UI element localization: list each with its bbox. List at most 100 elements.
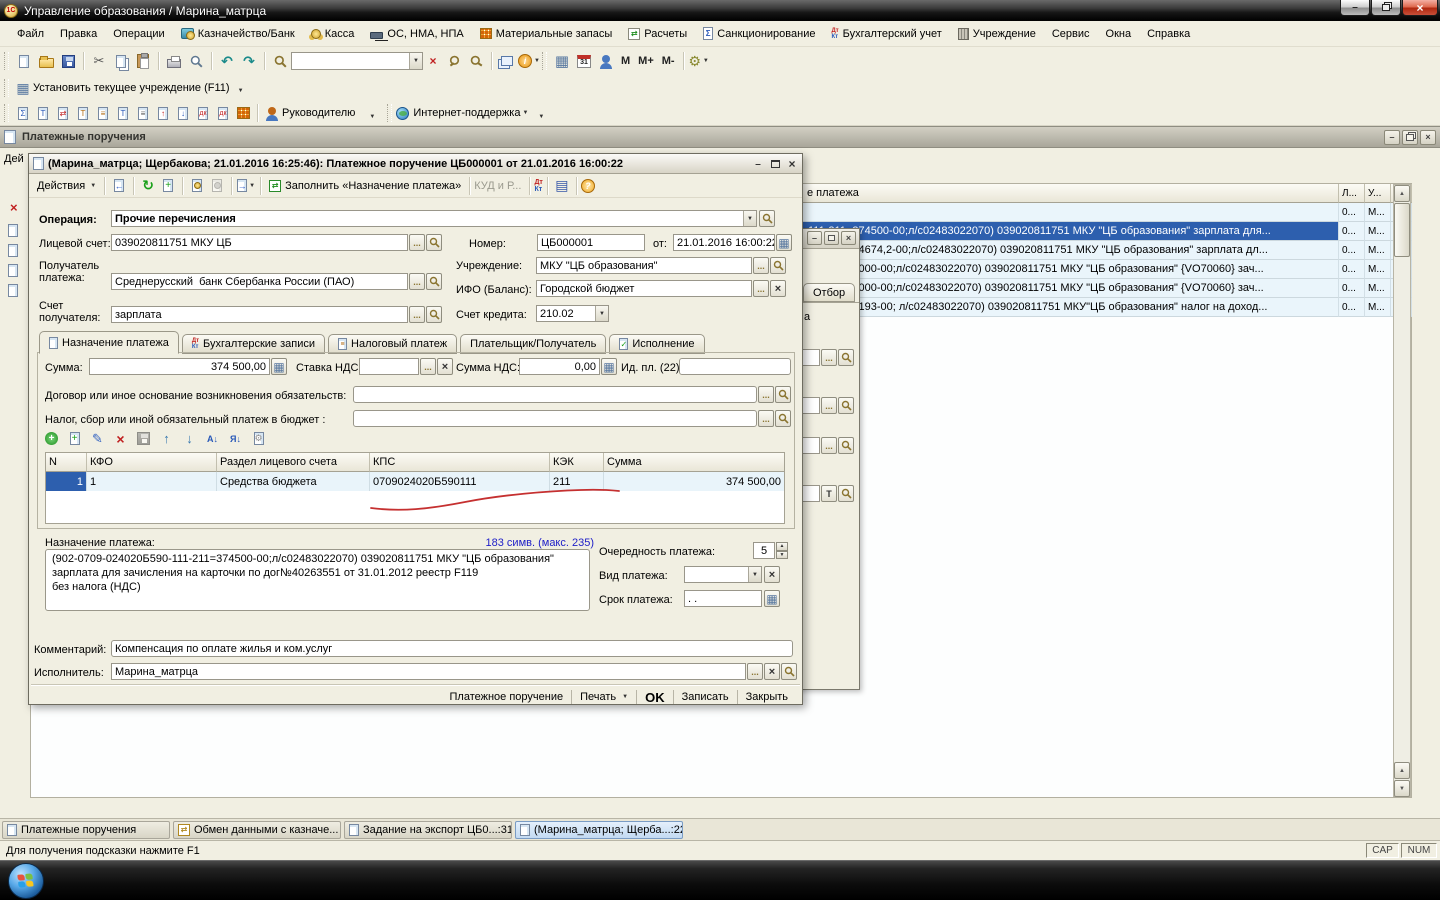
- menu-accounting[interactable]: ДтКтБухгалтерский учет: [824, 26, 948, 42]
- payee-field[interactable]: Среднерусский банк Сбербанка России (ПАО…: [111, 273, 408, 290]
- institution-field[interactable]: МКУ "ЦБ образования": [536, 257, 752, 274]
- ok-button[interactable]: OK: [637, 690, 673, 705]
- sum-field[interactable]: 374 500,00: [89, 358, 270, 375]
- list-toolbar-icon[interactable]: [8, 264, 18, 277]
- column-header-l[interactable]: Л...: [1339, 184, 1365, 203]
- app-close-button[interactable]: ×: [1402, 0, 1438, 16]
- number-field[interactable]: ЦБ000001: [537, 234, 645, 251]
- formula-calc-button[interactable]: ▦: [551, 50, 573, 72]
- clear-search-button[interactable]: ×: [423, 51, 443, 71]
- date-calendar-button[interactable]: ▦: [776, 234, 792, 251]
- help-button[interactable]: ?: [581, 179, 595, 193]
- delete-icon[interactable]: ×: [10, 200, 18, 215]
- account-lookup-button[interactable]: [426, 234, 442, 251]
- list-doc-button[interactable]: ≡: [133, 103, 153, 123]
- comment-field[interactable]: Компенсация по оплате жилья и ком.услуг: [111, 640, 793, 657]
- memory-m-plus-button[interactable]: M+: [634, 54, 658, 68]
- menu-assets[interactable]: ОС, НМА, НПА: [363, 26, 470, 42]
- dropdown-icon[interactable]: ▼: [748, 567, 761, 582]
- copy-add-button[interactable]: +: [158, 176, 178, 196]
- paste-button[interactable]: [132, 50, 154, 72]
- menu-materials[interactable]: Материальные запасы: [473, 26, 620, 42]
- contract-field[interactable]: [353, 386, 757, 403]
- dialog-maximize-button[interactable]: [767, 157, 783, 171]
- chevron-down-icon[interactable]: ▼: [522, 110, 528, 116]
- find-button[interactable]: [269, 50, 291, 72]
- payment-kind-clear-button[interactable]: ×: [764, 566, 780, 583]
- tab-filter[interactable]: Отбор: [803, 283, 855, 302]
- list-toolbar-icon[interactable]: [8, 284, 18, 297]
- menu-edit[interactable]: Правка: [53, 26, 104, 42]
- column-header-u[interactable]: У...: [1365, 184, 1391, 203]
- payment-id-field[interactable]: [679, 358, 791, 375]
- quick-search-input[interactable]: ▼: [291, 52, 423, 70]
- checker-doc-button[interactable]: [233, 103, 253, 123]
- payment-term-field[interactable]: . .: [684, 590, 762, 607]
- institution-lookup-button[interactable]: [770, 257, 786, 274]
- list-toolbar-icon[interactable]: [8, 244, 18, 257]
- info-button[interactable]: i▼: [518, 50, 540, 72]
- copy-row-button[interactable]: +: [66, 430, 83, 447]
- operation-select[interactable]: Прочие перечисления▼: [111, 210, 757, 227]
- filter-ellipsis-button[interactable]: ...: [821, 437, 837, 454]
- new-document-button[interactable]: [13, 50, 35, 72]
- institution-ellipsis-button[interactable]: ...: [753, 257, 769, 274]
- executor-clear-button[interactable]: ×: [764, 663, 780, 680]
- delete-row-button[interactable]: ×: [112, 430, 129, 447]
- dropdown-icon[interactable]: ▼: [595, 306, 608, 321]
- records-button[interactable]: ▤: [552, 176, 572, 196]
- t-journal-button[interactable]: Т: [33, 103, 53, 123]
- executor-lookup-button[interactable]: [781, 663, 797, 680]
- filter-lookup-button[interactable]: [838, 349, 854, 366]
- copy-button[interactable]: [110, 50, 132, 72]
- find-previous-button[interactable]: [465, 50, 487, 72]
- executor-field[interactable]: Марина_матрца: [111, 663, 746, 680]
- date-field[interactable]: 21.01.2016 16:00:22: [673, 234, 775, 251]
- filter-t-button[interactable]: T: [821, 485, 837, 502]
- move-down-button[interactable]: ↓: [181, 430, 198, 447]
- search-dropdown-icon[interactable]: ▼: [409, 53, 422, 69]
- filter-restore-button[interactable]: [824, 231, 839, 245]
- updown-doc-button[interactable]: ↓: [173, 103, 193, 123]
- vertical-scrollbar[interactable]: ▲ ▲ ▼: [1393, 184, 1411, 797]
- tax-field[interactable]: [353, 410, 757, 427]
- open-button[interactable]: [35, 50, 57, 72]
- contract-ellipsis-button[interactable]: ...: [758, 386, 774, 403]
- person-list-button[interactable]: ≡: [93, 103, 113, 123]
- payment-order-button[interactable]: Платежное поручение: [442, 691, 572, 703]
- filter-ellipsis-button[interactable]: ...: [821, 349, 837, 366]
- manager-panel-button[interactable]: Руководителю: [282, 107, 355, 119]
- filter-lookup-button[interactable]: [838, 437, 854, 454]
- app-restore-button[interactable]: [1371, 0, 1401, 16]
- vat-sum-calc-button[interactable]: ▦: [601, 358, 617, 375]
- list-toolbar-icon[interactable]: [8, 224, 18, 237]
- sigma-dk-button[interactable]: дк: [193, 103, 213, 123]
- operation-lookup-button[interactable]: [759, 210, 775, 227]
- toolbar-grip[interactable]: [4, 79, 9, 97]
- payee-account-lookup-button[interactable]: [426, 306, 442, 323]
- find-next-button[interactable]: [443, 50, 465, 72]
- fill-button[interactable]: [187, 176, 207, 196]
- credit-account-select[interactable]: 210.02▼: [536, 305, 609, 322]
- assignment-textarea[interactable]: (902-0709-024020Б590-111-211=374500-00;л…: [45, 549, 590, 611]
- fill-assignment-button[interactable]: Заполнить «Назначение платежа»: [285, 180, 461, 192]
- menu-calculations[interactable]: ⇄Расчеты: [621, 26, 694, 42]
- sigma-journal-button[interactable]: Σ: [13, 103, 33, 123]
- scrollbar-thumb[interactable]: [1394, 203, 1410, 257]
- spin-down-icon[interactable]: ▼: [776, 551, 788, 560]
- ifo-clear-button[interactable]: ×: [770, 280, 786, 297]
- mdi-close-button[interactable]: ×: [1420, 130, 1436, 145]
- print-button[interactable]: Печать▼: [572, 691, 636, 703]
- payee-account-field[interactable]: зарплата: [111, 306, 408, 323]
- post-document-button[interactable]: ←: [109, 176, 129, 196]
- t-up-doc-button[interactable]: ↑: [153, 103, 173, 123]
- menu-file[interactable]: Файл: [10, 26, 51, 42]
- personal-account-field[interactable]: 039020811751 МКУ ЦБ: [111, 234, 408, 251]
- mdi-task-export-job[interactable]: Задание на экспорт ЦБ0...:31: [344, 821, 512, 839]
- menu-treasury-bank[interactable]: Казначейство/Банк: [174, 26, 302, 42]
- vat-rate-ellipsis-button[interactable]: ...: [420, 358, 436, 375]
- filter-lookup-button[interactable]: [838, 397, 854, 414]
- mdi-minimize-button[interactable]: –: [1384, 130, 1400, 145]
- executor-ellipsis-button[interactable]: ...: [747, 663, 763, 680]
- refresh-button[interactable]: ↻: [138, 176, 158, 196]
